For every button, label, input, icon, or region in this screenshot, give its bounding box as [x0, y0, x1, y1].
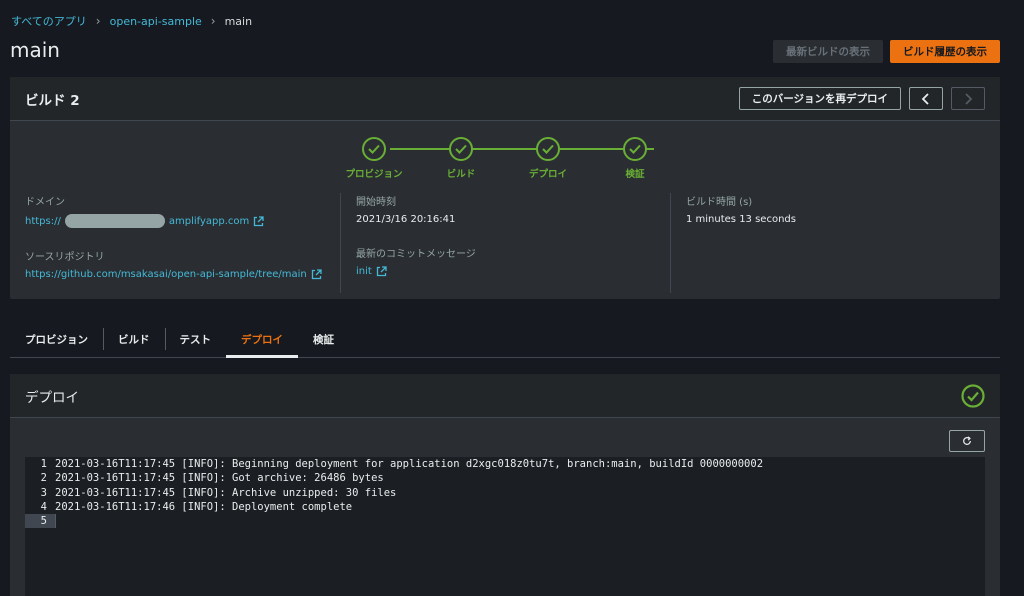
step-label: プロビジョン [345, 169, 403, 180]
breadcrumb-all-apps[interactable]: すべてのアプリ [11, 13, 87, 29]
log-line-active: 5 [25, 514, 985, 529]
external-link-icon [254, 215, 264, 226]
commit-link[interactable]: init [356, 266, 655, 277]
tab-deploy[interactable]: デプロイ [226, 322, 298, 358]
domain-label: ドメイン [25, 197, 65, 208]
check-circle-icon [449, 137, 473, 161]
deploy-card: デプロイ 1 2021-03-16T11:17:45 [INFO]: Begin… [10, 374, 1000, 596]
step-build: ビルド [416, 137, 506, 180]
chevron-right-icon: › [95, 14, 101, 28]
start-time-field: 開始時刻 2021/3/16 20:16:41 [356, 193, 655, 225]
duration-label: ビルド時間 (s) [686, 197, 753, 208]
repo-field: ソースリポジトリ https://github.com/msakasai/ope… [25, 248, 325, 280]
details-col-3: ビルド時間 (s) 1 minutes 13 seconds [670, 193, 1000, 293]
external-link-icon [376, 266, 387, 277]
log-text: 2021-03-16T11:17:45 [INFO]: Beginning de… [55, 458, 764, 470]
domain-suffix: amplifyapp.com [168, 215, 250, 227]
step-deploy: デプロイ [503, 137, 593, 180]
log-text: 2021-03-16T11:17:46 [INFO]: Deployment c… [55, 500, 353, 513]
breadcrumb-app[interactable]: open-api-sample [110, 15, 202, 28]
domain-prefix: https:// [25, 215, 61, 227]
tab-verify[interactable]: 検証 [298, 322, 349, 356]
log-line: 4 2021-03-16T11:17:46 [INFO]: Deployment… [25, 500, 985, 514]
start-time-label: 開始時刻 [356, 197, 396, 208]
latest-build-button[interactable]: 最新ビルドの表示 [773, 40, 883, 63]
build-header-actions: このバージョンを再デプロイ [738, 87, 985, 110]
chevron-right-icon [965, 92, 973, 105]
check-circle-icon [362, 137, 386, 161]
top-actions: 最新ビルドの表示 ビルド履歴の表示 [773, 40, 1000, 63]
external-link-icon [311, 269, 322, 280]
refresh-button[interactable] [949, 430, 985, 452]
line-number: 3 [40, 486, 47, 499]
repo-url: https://github.com/msakasai/open-api-sam… [25, 269, 307, 280]
build-card-header: ビルド 2 このバージョンを再デプロイ [10, 77, 1000, 121]
domain-field: ドメイン https:// amplifyapp.com [25, 193, 325, 228]
log-text: 2021-03-16T11:17:45 [INFO]: Got archive:… [55, 472, 384, 485]
deploy-card-header: デプロイ [10, 374, 1000, 418]
build-card: ビルド 2 このバージョンを再デプロイ プロビジョン ビルド デプロイ 検証 ド… [10, 77, 1000, 299]
deploy-log[interactable]: 1 2021-03-16T11:17:45 [INFO]: Beginning … [25, 457, 985, 596]
tab-test[interactable]: テスト [164, 322, 227, 356]
deploy-title: デプロイ [25, 389, 79, 406]
log-text [55, 514, 56, 529]
log-line: 1 2021-03-16T11:17:45 [INFO]: Beginning … [25, 457, 985, 471]
line-number: 1 [40, 458, 47, 470]
duration-value: 1 minutes 13 seconds [686, 214, 796, 225]
build-steps: プロビジョン ビルド デプロイ 検証 [340, 134, 670, 184]
details-col-2: 開始時刻 2021/3/16 20:16:41 最新のコミットメッセージ ini… [340, 193, 670, 293]
line-number: 4 [40, 500, 47, 513]
commit-message: init [356, 266, 372, 277]
check-circle-icon [961, 383, 985, 408]
breadcrumb: すべてのアプリ › open-api-sample › main [11, 13, 252, 29]
commit-label: 最新のコミットメッセージ [356, 249, 476, 260]
log-line: 3 2021-03-16T11:17:45 [INFO]: Archive un… [25, 486, 985, 500]
log-line: 2 2021-03-16T11:17:45 [INFO]: Got archiv… [25, 471, 985, 485]
chevron-right-icon: › [210, 14, 216, 28]
breadcrumb-branch: main [224, 14, 253, 28]
repo-label: ソースリポジトリ [25, 252, 105, 263]
phase-tabs: プロビジョン ビルド テスト デプロイ 検証 [10, 322, 1000, 358]
build-title: ビルド 2 [25, 92, 80, 109]
repo-link[interactable]: https://github.com/msakasai/open-api-sam… [25, 269, 325, 280]
commit-field: 最新のコミットメッセージ init [356, 245, 655, 277]
step-verify: 検証 [590, 137, 680, 180]
check-circle-icon [536, 137, 560, 161]
duration-field: ビルド時間 (s) 1 minutes 13 seconds [686, 193, 985, 225]
build-history-button[interactable]: ビルド履歴の表示 [890, 40, 1000, 63]
step-label: ビルド [446, 169, 476, 180]
redeploy-button[interactable]: このバージョンを再デプロイ [738, 87, 901, 110]
domain-link[interactable]: https:// amplifyapp.com [25, 214, 325, 228]
check-circle-icon [623, 137, 647, 161]
build-details: ドメイン https:// amplifyapp.com ソースリポジトリ htt… [10, 193, 1000, 293]
step-label: デプロイ [528, 169, 567, 180]
line-number: 5 [25, 514, 55, 529]
next-build-button[interactable] [951, 87, 985, 110]
step-label: 検証 [625, 169, 645, 180]
chevron-left-icon [921, 92, 929, 105]
details-col-1: ドメイン https:// amplifyapp.com ソースリポジトリ htt… [10, 193, 340, 293]
step-provision: プロビジョン [329, 137, 419, 180]
tab-provision[interactable]: プロビジョン [10, 322, 103, 356]
start-time-value: 2021/3/16 20:16:41 [356, 214, 456, 225]
previous-build-button[interactable] [909, 87, 943, 110]
redacted-block [64, 214, 165, 228]
refresh-icon [963, 436, 971, 445]
log-text: 2021-03-16T11:17:45 [INFO]: Archive unzi… [55, 486, 397, 499]
line-number: 2 [40, 472, 47, 485]
tab-build[interactable]: ビルド [103, 322, 165, 356]
page-title: main [10, 38, 60, 62]
